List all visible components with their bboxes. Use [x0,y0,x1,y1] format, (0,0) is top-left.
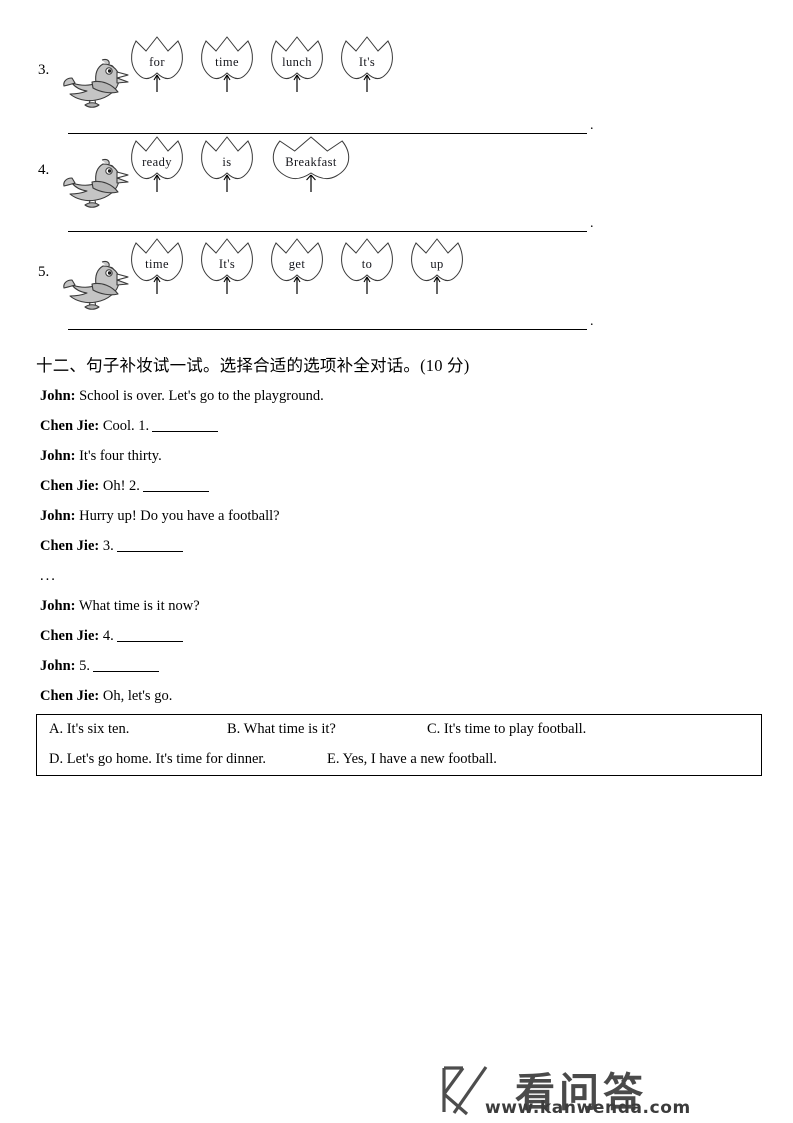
answer-write-line[interactable] [68,329,587,330]
option-item[interactable]: C. It's time to play football. [427,721,586,738]
leaf-word-label: time [215,55,239,69]
dialogue-text: Oh, let's go. [102,688,173,704]
worksheet-page: 3. for time lunch It's. 4. ready is Breakfast. 5.… [0,0,793,1122]
dialogue-text: Hurry up! Do you have a football? [79,508,280,524]
leaf-word-label: to [361,257,373,271]
dialogue-speaker: Chen Jie: [40,688,100,704]
watermark: 看问答 www.kanwenda.com [437,1062,767,1120]
end-punctuation: . [590,118,594,133]
word-leaf[interactable]: to [338,236,396,298]
word-leaf[interactable]: for [128,34,186,96]
leaf-word-label: It's [358,55,376,69]
option-item[interactable]: B. What time is it? [227,721,336,738]
word-leaf[interactable]: ready [128,134,186,196]
word-leaf[interactable]: lunch [268,34,326,96]
dialogue-text: 3. [102,538,114,554]
word-leaf[interactable]: time [198,34,256,96]
dialogue-line: Chen Jie: Oh, let's go. [40,688,172,705]
dialogue-line: John: 5. [40,658,159,675]
options-row-2: D. Let's go home. It's time for dinner. E… [37,745,761,775]
singing-bird-icon [62,152,130,214]
word-leaf[interactable]: Breakfast [268,134,354,196]
dialogue-line: Chen Jie: 3. [40,538,183,555]
end-punctuation: . [590,314,594,329]
dialogue-line: Chen Jie: Cool. 1. [40,418,219,435]
word-leaf[interactable]: time [128,236,186,298]
dialogue-text: Cool. 1. [102,418,150,434]
row-number: 3. [38,62,50,78]
word-leaf[interactable]: get [268,236,326,298]
dialogue-text: 5. [79,658,90,674]
section-title: 十二、句子补妆试一试。选择合适的选项补全对话。(10 分) [36,356,470,375]
dialogue-speaker: Chen Jie: [40,538,100,554]
options-box: A. It's six ten. B. What time is it? C. It… [36,714,762,776]
leaf-word-label: time [145,257,169,271]
leaf-word-label: Breakfast [285,155,337,169]
row-number: 5. [38,264,50,280]
option-item[interactable]: D. Let's go home. It's time for dinner. [49,751,266,768]
leaf-word-label: get [288,257,306,271]
dialogue-line: Chen Jie: Oh! 2. [40,478,209,495]
dialogue-text: Oh! 2. [102,478,140,494]
leaf-word-label: lunch [282,55,312,69]
dialogue-speaker: Chen Jie: [40,628,100,644]
dialogue-line: John: What time is it now? [40,598,200,615]
dialogue-answer-blank[interactable] [92,671,159,672]
options-row-1: A. It's six ten. B. What time is it? C. It… [37,715,761,745]
dialogue-line: John: Hurry up! Do you have a football? [40,508,280,525]
watermark-url: www.kanwenda.com [485,1098,691,1118]
dialogue-text: School is over. Let's go to the playgrou… [79,388,324,404]
dialogue-speaker: John: [40,448,76,464]
dialogue-answer-blank[interactable] [116,641,183,642]
leaf-word-label: is [222,155,232,169]
option-item[interactable]: A. It's six ten. [49,721,129,738]
dialogue-answer-blank[interactable] [142,491,209,492]
word-leaf[interactable]: is [198,134,256,196]
dialogue-answer-blank[interactable] [116,551,183,552]
dialogue-speaker: John: [40,598,76,614]
dialogue-speaker: John: [40,388,76,404]
dialogue-text: What time is it now? [78,598,200,614]
dialogue-line: John: School is over. Let's go to the pl… [40,388,324,405]
dialogue-speaker: Chen Jie: [40,478,100,494]
word-leaf[interactable]: It's [338,34,396,96]
end-punctuation: . [590,216,594,231]
word-leaf[interactable]: up [408,236,466,298]
leaf-word-label: up [430,257,444,271]
answer-write-line[interactable] [68,231,587,232]
dialogue-speaker: John: [40,508,76,524]
dialogue-line: John: It's four thirty. [40,448,162,465]
dialogue-speaker: Chen Jie: [40,418,100,434]
leaf-word-label: for [149,55,165,69]
word-leaf[interactable]: It's [198,236,256,298]
singing-bird-icon [62,254,130,316]
dialogue-text: It's four thirty. [79,448,162,464]
dialogue-answer-blank[interactable] [152,431,219,432]
singing-bird-icon [62,52,130,114]
row-number: 4. [38,162,50,178]
dialogue-speaker: John: [40,658,76,674]
option-item[interactable]: E. Yes, I have a new football. [327,751,497,768]
dialogue-ellipsis: ... [40,568,57,584]
leaf-word-label: It's [218,257,236,271]
dialogue-text: 4. [102,628,114,644]
leaf-word-label: ready [142,155,172,169]
dialogue-line: Chen Jie: 4. [40,628,183,645]
